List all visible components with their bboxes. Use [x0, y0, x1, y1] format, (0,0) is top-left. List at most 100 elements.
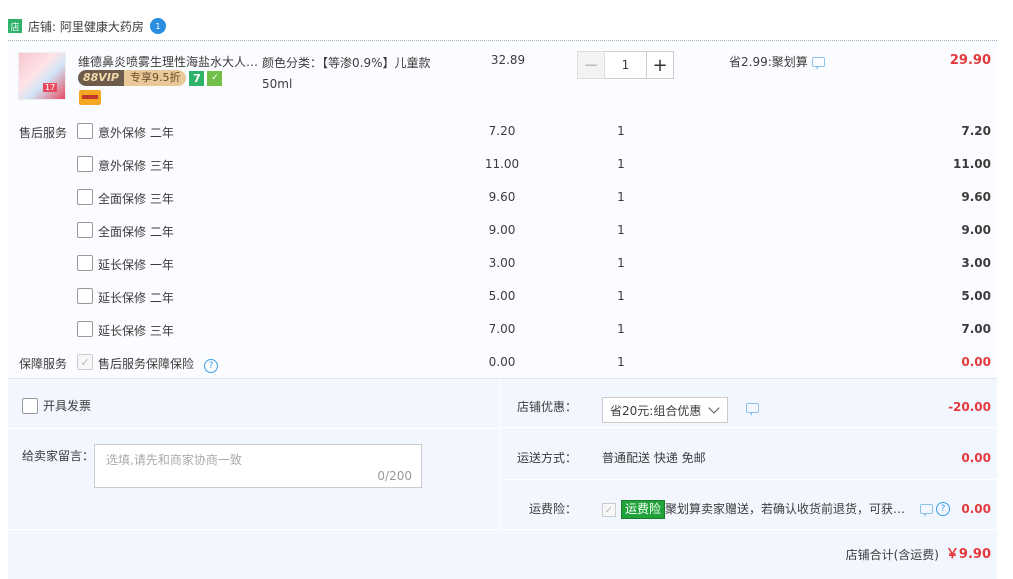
- service-checkbox[interactable]: [77, 156, 93, 172]
- discount-select[interactable]: 省20元:组合优惠: [602, 397, 728, 423]
- service-price: 11.00: [484, 157, 520, 171]
- insurance-text: 聚划算卖家赠送，若确认收货前退货，可获保险赔付: [665, 502, 909, 516]
- product-title[interactable]: 维德鼻炎喷雾生理性海盐水大人儿童洗鼻器: [78, 53, 262, 70]
- discount-selected: 省20元:组合优惠: [610, 403, 702, 418]
- service-checkbox[interactable]: [77, 321, 93, 337]
- service-qty: 1: [617, 322, 625, 336]
- decrease-quantity-button[interactable]: −: [577, 51, 605, 79]
- guarantee-icon: ✓: [207, 70, 223, 86]
- vip-discount-tag: 88VIP 专享9.5折: [78, 70, 187, 86]
- service-checkbox-checked: ✓: [77, 354, 93, 370]
- comment-icon[interactable]: [811, 56, 825, 70]
- service-price: 5.00: [488, 289, 516, 303]
- insurance-badge: 运费险: [621, 500, 666, 519]
- shipping-row: 运送方式： 普通配送 快递 免邮 0.00: [502, 434, 997, 483]
- promo-text: 省2.99:聚划算: [729, 55, 808, 69]
- service-row: 延长保修 二年 5.00 1 5.00: [8, 287, 997, 307]
- service-row: 意外保修 三年 11.00 1 11.00: [8, 155, 997, 175]
- service-row: 全面保修 二年 9.00 1 9.00: [8, 221, 997, 241]
- service-row: 延长保修 三年 7.00 1 7.00: [8, 320, 997, 340]
- quantity-stepper: − 1 +: [577, 51, 674, 79]
- service-checkbox[interactable]: [77, 123, 93, 139]
- sku-option: 颜色分类：【等渗0.9%】儿童款50ml: [262, 56, 431, 91]
- product-image-tag: 17: [43, 83, 58, 92]
- service-price: 7.00: [488, 322, 516, 336]
- service-name: 全面保修 二年: [98, 225, 174, 239]
- service-price: 9.60: [488, 190, 516, 204]
- vip-label: 88VIP: [78, 70, 124, 86]
- service-row: 保障服务 ✓ 售后服务保障保险? 0.00 1 0.00: [8, 353, 997, 373]
- invoice-checkbox[interactable]: [22, 397, 38, 414]
- invoice-option[interactable]: 开具发票: [22, 397, 91, 414]
- service-checkbox[interactable]: [77, 222, 93, 238]
- shop-total-bar: 店铺合计(含运费) ￥9.90: [8, 529, 997, 579]
- service-total: 0.00: [961, 355, 991, 369]
- service-price: 3.00: [488, 256, 516, 270]
- shop-icon: 店: [8, 19, 22, 33]
- service-qty: 1: [617, 289, 625, 303]
- divider: [502, 479, 997, 480]
- service-qty: 1: [617, 190, 625, 204]
- shop-header: 店 店铺: 阿里健康大药房 1: [8, 16, 166, 36]
- quantity-input[interactable]: 1: [605, 51, 646, 79]
- service-name: 售后服务保障保险?: [98, 355, 219, 373]
- service-qty: 1: [617, 157, 625, 171]
- divider: [502, 427, 997, 428]
- discount-value: -20.00: [948, 400, 991, 414]
- message-counter: 0/200: [377, 469, 412, 483]
- service-total: 11.00: [953, 157, 991, 171]
- service-checkbox[interactable]: [77, 189, 93, 205]
- credit-card-icon: [79, 90, 101, 105]
- message-label: 给卖家留言：: [22, 449, 95, 463]
- vip-discount: 专享9.5折: [123, 70, 187, 86]
- service-name: 延长保修 一年: [98, 258, 174, 272]
- service-qty: 1: [617, 256, 625, 270]
- service-total: 7.20: [961, 124, 991, 138]
- increase-quantity-button[interactable]: +: [646, 51, 674, 79]
- shop-discount-row: 店铺优惠： 省20元:组合优惠 -20.00: [502, 383, 997, 432]
- item-total: 29.90: [949, 53, 991, 68]
- service-checkbox[interactable]: [77, 255, 93, 271]
- service-row: 售后服务 意外保修 二年 7.20 1 7.20: [8, 122, 997, 142]
- total-label: 店铺合计(含运费): [845, 548, 939, 562]
- service-group-label: 保障服务: [19, 357, 68, 371]
- left-pane: 开具发票 给卖家留言： 选填,请先和商家协商一致 0/200: [8, 379, 501, 529]
- discount-label: 店铺优惠：: [516, 400, 577, 414]
- invoice-label: 开具发票: [43, 399, 92, 413]
- comment-icon[interactable]: [746, 403, 759, 416]
- insurance-row: 运费险： ✓ 运费险 聚划算卖家赠送，若确认收货前退货，可获保险赔付 ? 0.0…: [502, 485, 997, 534]
- help-icon[interactable]: ?: [204, 359, 219, 373]
- order-footer: 开具发票 给卖家留言： 选填,请先和商家协商一致 0/200 店铺优惠： 省20…: [8, 378, 997, 579]
- comment-icon[interactable]: [920, 504, 933, 517]
- insurance-label: 运费险：: [528, 502, 577, 516]
- service-name: 延长保修 三年: [98, 324, 174, 338]
- seven-day-return-icon: 7: [189, 70, 205, 86]
- shop-name[interactable]: 店铺: 阿里健康大药房: [28, 18, 144, 35]
- message-placeholder: 选填,请先和商家协商一致: [106, 453, 242, 467]
- insurance-value: 0.00: [961, 502, 991, 516]
- insurance-icons: ?: [920, 502, 950, 517]
- service-total: 5.00: [961, 289, 991, 303]
- chat-badge-icon[interactable]: 1: [149, 18, 166, 34]
- service-total: 7.00: [961, 322, 991, 336]
- service-group-label: 售后服务: [19, 126, 68, 140]
- service-qty: 1: [617, 124, 625, 138]
- service-checkbox[interactable]: [77, 288, 93, 304]
- message-textarea[interactable]: 选填,请先和商家协商一致 0/200: [94, 444, 422, 488]
- service-name: 延长保修 二年: [98, 291, 174, 305]
- product-image[interactable]: 17: [18, 52, 66, 100]
- shipping-label: 运送方式：: [516, 451, 577, 465]
- service-total: 9.60: [961, 190, 991, 204]
- service-total: 3.00: [961, 256, 991, 270]
- order-items: 17 维德鼻炎喷雾生理性海盐水大人儿童洗鼻器 88VIP 专享9.5折 7 ✓ …: [8, 41, 997, 378]
- service-price: 0.00: [488, 355, 516, 369]
- help-icon[interactable]: ?: [936, 502, 950, 516]
- promo-info: 省2.99:聚划算: [729, 53, 825, 70]
- product-tags: 88VIP 专享9.5折 7 ✓: [78, 70, 223, 86]
- chevron-down-icon: [708, 402, 720, 414]
- service-qty: 1: [617, 223, 625, 237]
- service-price: 7.20: [488, 124, 516, 138]
- total-value: ￥9.90: [945, 547, 991, 562]
- shipping-method: 普通配送 快递 免邮: [602, 451, 706, 465]
- service-price: 9.00: [488, 223, 516, 237]
